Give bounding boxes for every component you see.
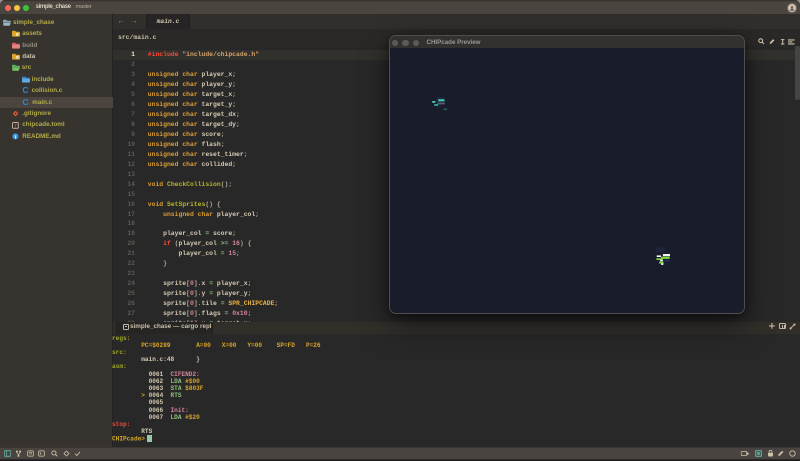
svg-text:T: T bbox=[14, 123, 17, 129]
